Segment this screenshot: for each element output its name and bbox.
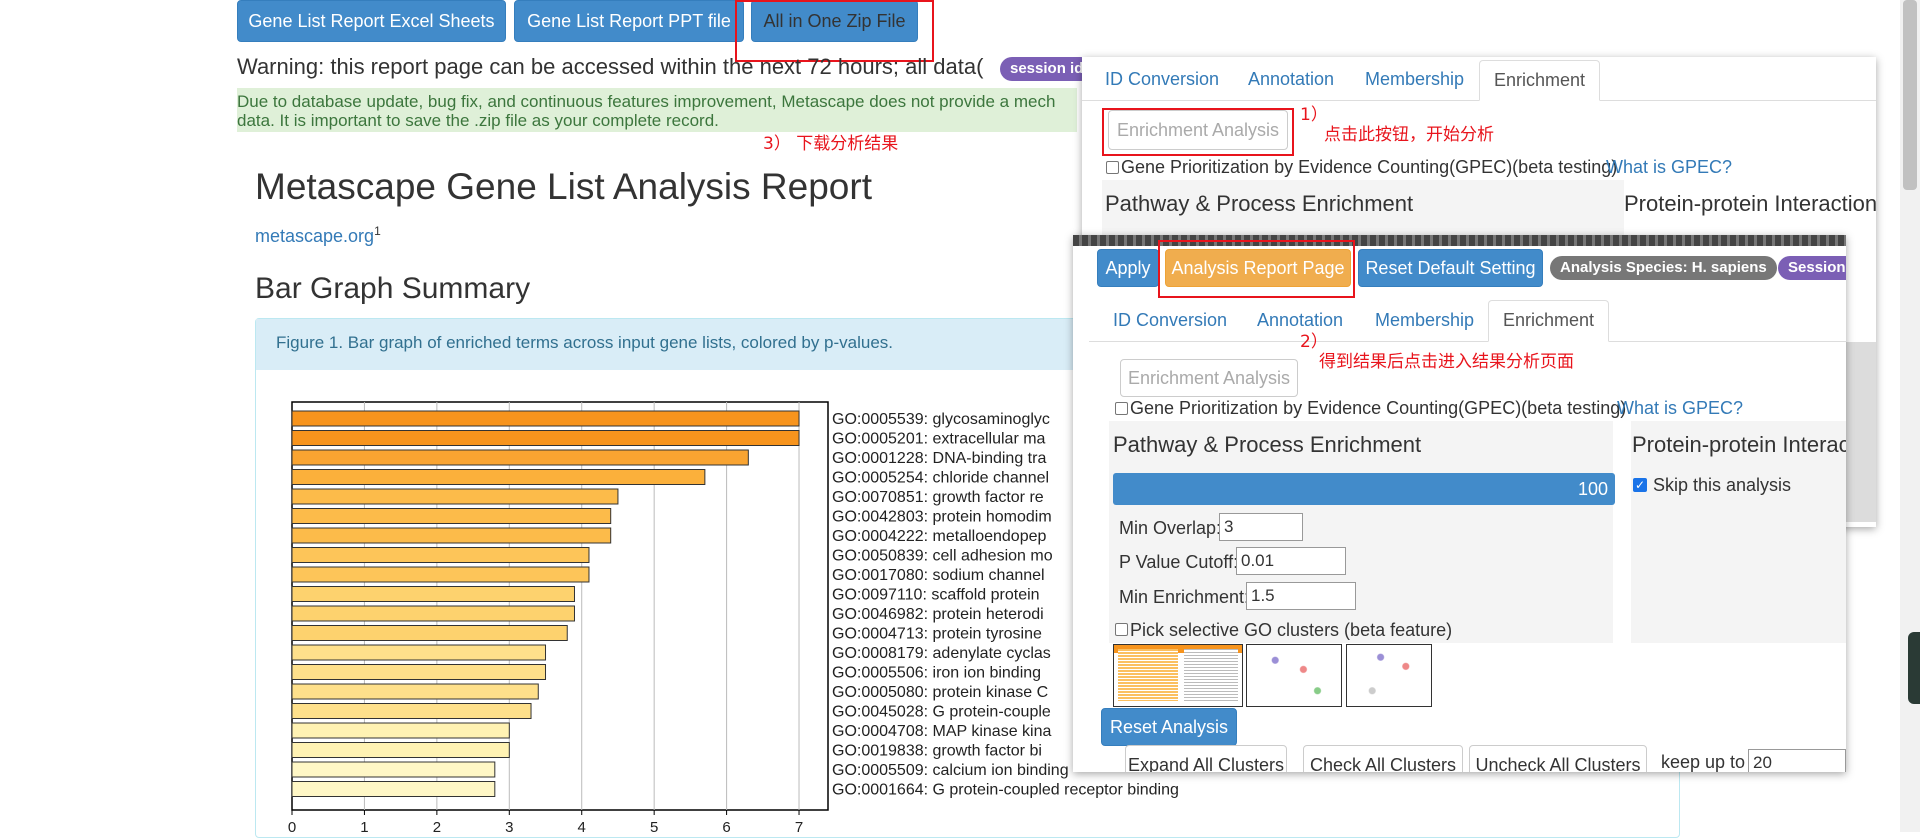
excel-report-button[interactable]: Gene List Report Excel Sheets [237,0,506,42]
pick-go-label: Pick selective GO clusters (beta feature… [1130,620,1453,640]
gpec-checkbox[interactable] [1106,161,1119,174]
gpec-label: Gene Prioritization by Evidence Counting… [1121,157,1618,177]
notice-line-2: data. It is important to save the .zip f… [237,111,719,130]
annotation-3: 3） 下载分析结果 [763,134,899,154]
expand-all-clusters-button[interactable]: Expand All Clusters [1125,745,1287,772]
enrichment-panel-front: Apply Analysis Report Page Reset Default… [1073,235,1846,772]
uncheck-all-clusters-button[interactable]: Uncheck All Clusters [1469,745,1647,772]
report-title: Metascape Gene List Analysis Report [255,166,872,207]
gpec-checkbox[interactable] [1115,402,1128,415]
progress-bar [1113,473,1615,505]
metascape-link[interactable]: metascape.org1 [255,224,381,247]
thumb-bars [1118,649,1178,701]
ppt-report-button[interactable]: Gene List Report PPT file [514,0,744,42]
keep-label: keep up to [1661,752,1746,772]
session-badge: Session [1778,256,1846,280]
tab-membership[interactable]: Membership [1365,69,1464,90]
tab-id-conversion[interactable]: ID Conversion [1113,310,1227,331]
apply-button[interactable]: Apply [1097,249,1159,287]
warning-text: Warning: this report page can be accesse… [237,54,984,79]
metascape-link-text[interactable]: metascape.org [255,226,374,246]
skip-label: Skip this analysis [1653,475,1792,495]
progress-value: 100 [1578,479,1609,499]
session-id-badge: session id [1000,57,1094,81]
enrichment-analysis-button[interactable]: Enrichment Analysis [1120,359,1298,397]
thumb-labels [1184,649,1238,701]
pathway-title: Pathway & Process Enrichment [1105,191,1414,216]
network-thumbnail-1[interactable] [1246,644,1342,707]
species-badge: Analysis Species: H. sapiens [1550,256,1777,280]
notice-line-1: Due to database update, bug fix, and con… [237,92,1056,111]
pick-go-checkbox[interactable] [1115,623,1128,636]
figure-caption: Figure 1. Bar graph of enriched terms ac… [276,333,894,352]
tab-id-conversion[interactable]: ID Conversion [1105,69,1219,90]
pvalue-input[interactable]: 0.01 [1236,547,1346,575]
tab-membership[interactable]: Membership [1375,310,1474,331]
side-widget[interactable] [1908,632,1920,704]
check-all-clusters-button[interactable]: Check All Clusters [1303,745,1463,772]
skip-checkbox[interactable]: ✓ [1633,478,1647,492]
section-title: Bar Graph Summary [255,272,531,305]
min-overlap-input[interactable]: 3 [1219,513,1303,541]
zip-highlight-box [735,0,934,62]
reset-analysis-button[interactable]: Reset Analysis [1101,708,1237,746]
gpec-label: Gene Prioritization by Evidence Counting… [1130,398,1627,418]
gpec-link[interactable]: What is GPEC? [1606,157,1732,178]
min-enrichment-label: Min Enrichment: [1119,587,1250,607]
bar-graph-thumbnail[interactable] [1113,644,1243,707]
reset-default-button[interactable]: Reset Default Setting [1358,249,1543,287]
tab-enrichment[interactable]: Enrichment [1488,300,1609,342]
pvalue-label: P Value Cutoff: [1119,552,1239,572]
network-thumbnail-2[interactable] [1346,644,1432,707]
min-enrichment-input[interactable]: 1.5 [1246,582,1356,610]
gpec-link[interactable]: What is GPEC? [1617,398,1743,419]
report-page-highlight-box [1158,240,1355,298]
ppi-title: Protein-protein Interaction [1624,191,1876,216]
tab-annotation[interactable]: Annotation [1248,69,1334,90]
min-overlap-label: Min Overlap: [1119,518,1222,538]
annotation-1-text: 点击此按钮，开始分析 [1324,125,1494,145]
enrich-highlight-box [1102,108,1294,156]
tab-enrichment[interactable]: Enrichment [1479,60,1600,101]
footnote-marker: 1 [374,224,381,238]
annotation-2-text: 得到结果后点击进入结果分析页面 [1319,352,1574,372]
ppi-title: Protein-protein Interac [1632,432,1846,457]
page-scrollbar-thumb[interactable] [1903,0,1917,190]
pathway-title: Pathway & Process Enrichment [1113,432,1422,457]
keep-input[interactable]: 20 [1748,749,1846,772]
